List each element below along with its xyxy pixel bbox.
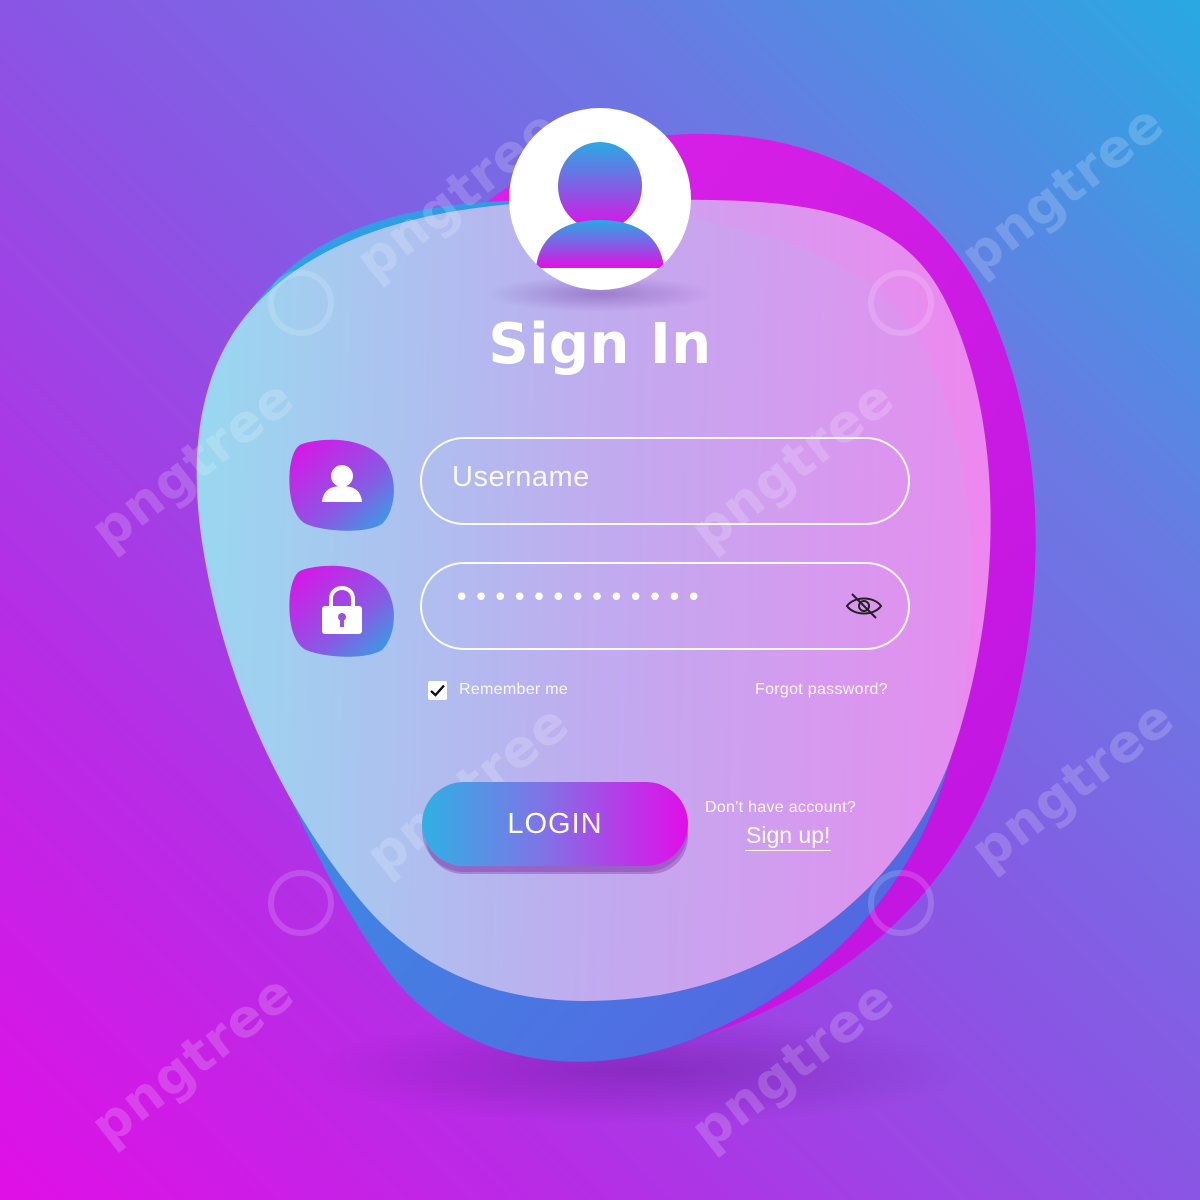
watermark-logo-icon	[268, 870, 334, 936]
user-avatar-icon	[536, 142, 664, 268]
forgot-password-link[interactable]: Forgot password?	[755, 681, 888, 699]
password-value: •••••••••••••	[454, 583, 706, 613]
sign-in-screen: { "header": { "title": "Sign In" }, "for…	[0, 0, 1200, 1200]
watermark-logo-icon	[268, 270, 334, 336]
eye-slash-icon[interactable]	[844, 590, 884, 622]
password-icon-badge	[289, 565, 394, 657]
signup-link[interactable]: Sign up!	[745, 820, 832, 851]
remember-checkbox[interactable]	[428, 681, 447, 700]
login-button-label: LOGIN	[507, 807, 603, 840]
watermark-logo-icon	[868, 870, 934, 936]
username-placeholder: Username	[452, 461, 590, 493]
no-account-text: Don't have account?	[705, 799, 857, 816]
remember-label[interactable]: Remember me	[459, 681, 568, 699]
login-button[interactable]: LOGIN	[422, 782, 688, 866]
checkmark-icon	[430, 684, 445, 697]
username-field[interactable]: Username	[420, 437, 910, 525]
avatar	[509, 108, 691, 290]
password-field[interactable]: •••••••••••••	[420, 562, 910, 650]
watermark-logo-icon	[868, 270, 934, 336]
username-icon-badge	[289, 439, 394, 531]
page-title: Sign In	[488, 312, 712, 377]
